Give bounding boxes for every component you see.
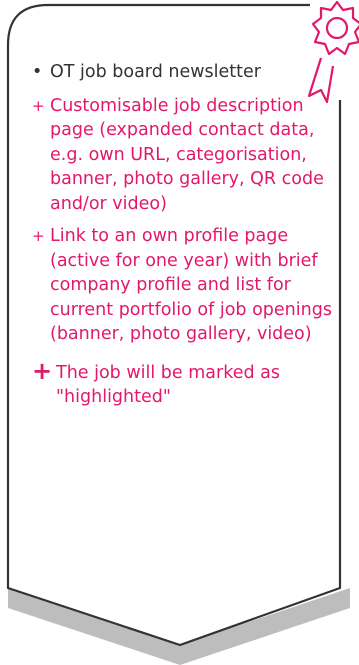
plus-icon: + [32,227,45,245]
list-item: + The job will be marked as "highlighted… [32,356,342,410]
list-item: + Customisable job description page (exp… [32,94,342,217]
feature-list: • OT job board newsletter + Customisable… [32,60,342,418]
feature-text: Customisable job description page (expan… [50,95,324,214]
list-item: + Link to an own profile page (active fo… [32,224,342,347]
feature-text: OT job board newsletter [50,62,261,82]
feature-text: Link to an own profile page (active for … [50,226,332,344]
package-card: • OT job board newsletter + Customisable… [0,0,359,665]
plus-icon: + [32,96,45,115]
bullet-icon: • [32,62,43,82]
list-item: • OT job board newsletter [32,60,342,85]
feature-text: The job will be marked as "highlighted" [56,362,281,408]
plus-icon: + [32,356,53,385]
